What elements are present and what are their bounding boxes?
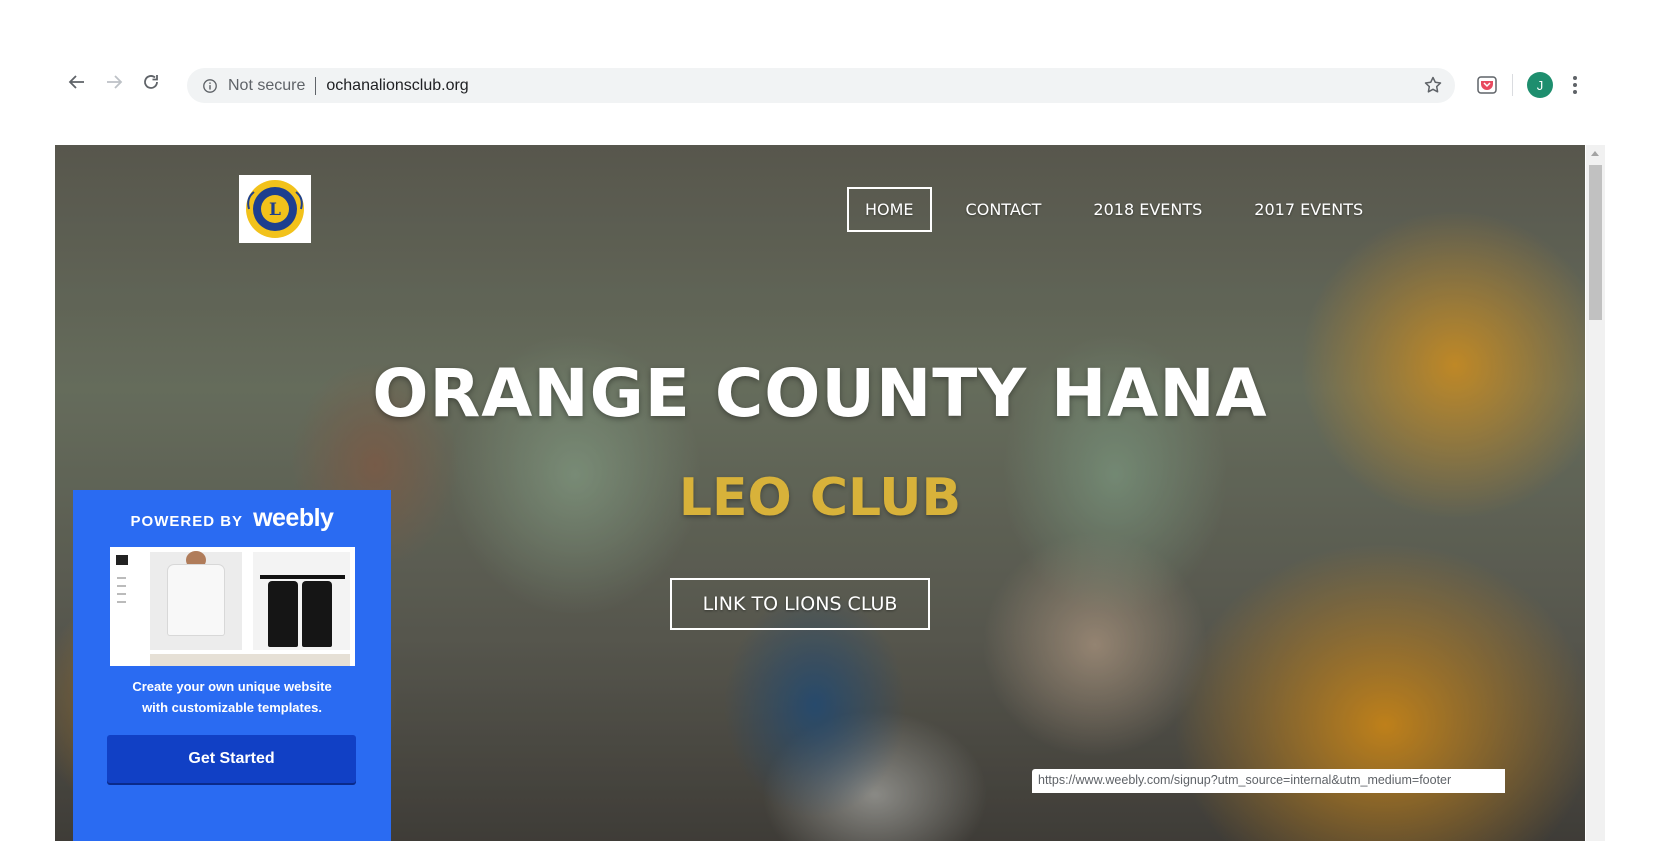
profile-avatar[interactable]: J xyxy=(1527,72,1553,98)
powered-by-label: POWERED BY xyxy=(130,513,244,530)
browser-toolbar: Not secure ochanalionsclub.org J xyxy=(0,0,1658,145)
template-preview-image xyxy=(110,547,355,666)
scrollbar-thumb[interactable] xyxy=(1589,165,1602,320)
reload-icon[interactable] xyxy=(139,70,163,94)
hero-banner: L HOME CONTACT 2018 EVENTS 2017 EVENTS O… xyxy=(55,145,1585,841)
nav-2018-events[interactable]: 2018 EVENTS xyxy=(1075,187,1220,232)
nav-contact[interactable]: CONTACT xyxy=(948,187,1060,232)
preview-logo-icon xyxy=(116,555,128,565)
weebly-tagline-line2: with customizable templates. xyxy=(142,700,322,715)
weebly-logo[interactable]: weebly xyxy=(253,504,334,533)
lions-club-link-button[interactable]: LINK TO LIONS CLUB xyxy=(670,578,930,630)
star-icon[interactable] xyxy=(1423,75,1443,95)
security-label: Not secure xyxy=(228,76,306,94)
nav-2017-events[interactable]: 2017 EVENTS xyxy=(1236,187,1381,232)
toolbar-divider xyxy=(1512,74,1513,96)
pocket-extension-icon[interactable] xyxy=(1476,74,1498,96)
svg-text:L: L xyxy=(269,200,281,220)
omnibox-separator xyxy=(315,76,317,95)
preview-garment-icon xyxy=(268,581,298,647)
url-text[interactable]: ochanalionsclub.org xyxy=(326,77,468,95)
lions-logo[interactable]: L xyxy=(239,175,311,243)
status-bar-url: https://www.weebly.com/signup?utm_source… xyxy=(1032,769,1505,793)
site-nav: HOME CONTACT 2018 EVENTS 2017 EVENTS xyxy=(847,187,1397,232)
menu-kebab-icon[interactable] xyxy=(1568,72,1582,98)
preview-garment-icon xyxy=(302,581,332,647)
page-viewport: L HOME CONTACT 2018 EVENTS 2017 EVENTS O… xyxy=(55,145,1605,841)
address-bar[interactable]: Not secure ochanalionsclub.org xyxy=(187,68,1455,103)
nav-home[interactable]: HOME xyxy=(847,187,932,232)
page-scrollbar[interactable] xyxy=(1586,145,1605,841)
preview-tshirt-icon xyxy=(168,565,224,635)
lions-emblem-icon: L xyxy=(246,180,304,238)
hero-title: ORANGE COUNTY HANA xyxy=(372,355,1268,432)
weebly-tagline: Create your own unique website with cust… xyxy=(73,676,391,718)
preview-clothes-rack-icon xyxy=(260,575,345,579)
info-icon[interactable] xyxy=(201,77,219,95)
get-started-button[interactable]: Get Started xyxy=(107,735,356,783)
scroll-up-arrow-icon[interactable] xyxy=(1591,151,1599,156)
weebly-tagline-line1: Create your own unique website xyxy=(132,679,332,694)
preview-footer-strip xyxy=(150,654,350,666)
forward-icon[interactable] xyxy=(102,70,126,94)
weebly-header: POWERED BY weebly xyxy=(73,504,391,533)
back-icon[interactable] xyxy=(65,70,89,94)
weebly-promo-panel: POWERED BY weebly Create your own unique… xyxy=(73,490,391,841)
